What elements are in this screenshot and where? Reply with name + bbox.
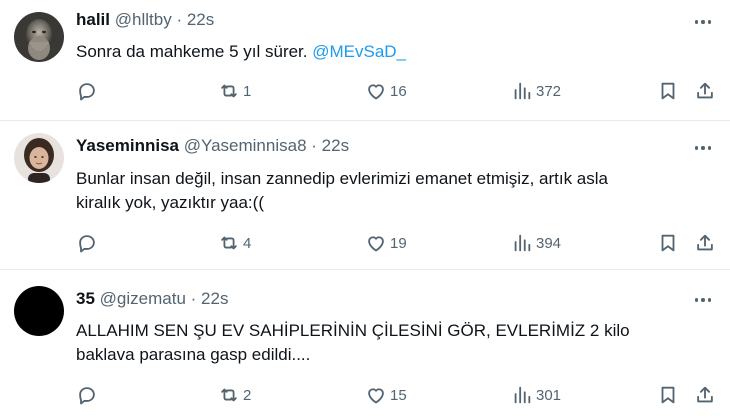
tweet[interactable]: halil @hlltby · 22s Sonra da mahkeme 5 y… [0, 0, 730, 120]
views-count: 301 [536, 386, 562, 404]
username-handle[interactable]: @gizematu [100, 289, 186, 308]
like-button[interactable]: 15 [365, 383, 407, 407]
like-icon [368, 388, 384, 404]
action-bar: 1 16 372 [76, 79, 716, 103]
tweet[interactable]: 35 @gizematu · 22s ALLAHIM SEN ŞU EV SAH… [0, 270, 730, 420]
display-name[interactable]: Yaseminnisa [76, 136, 179, 155]
retweet-count: 2 [243, 386, 252, 404]
more-icon[interactable] [692, 138, 714, 158]
more-icon[interactable] [692, 12, 714, 32]
avatar-image [14, 133, 64, 183]
tweet-text: Sonra da mahkeme 5 yıl sürer. @MEvSaD_ [76, 40, 712, 64]
reply-icon [79, 387, 95, 405]
retweet-icon [221, 236, 237, 250]
like-icon [368, 236, 384, 252]
timestamp[interactable]: 22s [187, 10, 214, 29]
separator-dot: · [176, 10, 183, 29]
timestamp[interactable]: 22s [322, 136, 349, 155]
reply-icon [79, 235, 95, 253]
views-button[interactable]: 372 [511, 79, 561, 103]
retweet-button[interactable]: 2 [218, 383, 251, 407]
share-button[interactable] [694, 231, 716, 255]
more-icon[interactable] [692, 290, 714, 310]
avatar-image [14, 12, 64, 62]
separator-dot: · [311, 136, 317, 155]
tweet-header: 35 @gizematu · 22s [76, 289, 228, 309]
tweet-text-line: baklava parasına gasp edildi.... [76, 345, 311, 364]
like-button[interactable]: 16 [365, 79, 407, 103]
retweet-count: 1 [243, 82, 252, 100]
views-count: 372 [536, 82, 562, 100]
action-bar: 4 19 394 [76, 231, 716, 255]
reply-button[interactable] [76, 383, 101, 407]
tweet-header: halil @hlltby · 22s [76, 10, 214, 30]
tweet-header: Yaseminnisa @Yaseminnisa8 · 22s [76, 136, 349, 156]
display-name[interactable]: halil [76, 10, 110, 29]
bookmark-button[interactable] [657, 79, 679, 103]
retweet-count: 4 [243, 234, 252, 252]
views-icon [514, 234, 531, 252]
bookmark-icon [661, 82, 675, 100]
tweet[interactable]: Yaseminnisa @Yaseminnisa8 · 22s Bunlar i… [0, 121, 730, 269]
views-count: 394 [536, 234, 562, 252]
like-button[interactable]: 19 [365, 231, 407, 255]
tweet-text-line: Bunlar insan değil, insan zannedip evler… [76, 169, 608, 188]
retweet-button[interactable]: 4 [218, 231, 251, 255]
share-button[interactable] [694, 79, 716, 103]
username-handle[interactable]: @hlltby [115, 10, 172, 29]
like-count: 15 [390, 386, 407, 404]
share-button[interactable] [694, 383, 716, 407]
avatar[interactable] [14, 133, 64, 183]
avatar[interactable] [14, 12, 64, 62]
bookmark-button[interactable] [657, 383, 679, 407]
timestamp[interactable]: 22s [201, 289, 228, 308]
retweet-icon [221, 84, 237, 98]
bookmark-button[interactable] [657, 231, 679, 255]
tweet-feed: halil @hlltby · 22s Sonra da mahkeme 5 y… [0, 0, 730, 420]
mention-link[interactable]: @MEvSaD_ [312, 42, 406, 61]
share-icon [697, 82, 713, 99]
tweet-text-line: kiralık yok, yazıktır yaa:(( [76, 193, 264, 212]
retweet-button[interactable]: 1 [218, 79, 251, 103]
views-icon [514, 386, 531, 404]
display-name[interactable]: 35 [76, 289, 95, 308]
share-icon [697, 386, 713, 403]
reply-button[interactable] [76, 231, 101, 255]
like-count: 19 [390, 234, 407, 252]
avatar[interactable] [14, 286, 64, 336]
tweet-text-plain: Sonra da mahkeme 5 yıl sürer. [76, 42, 313, 61]
bookmark-icon [661, 386, 675, 404]
reply-button[interactable] [76, 79, 101, 103]
share-icon [697, 234, 713, 251]
tweet-text: ALLAHIM SEN ŞU EV SAHİPLERİNİN ÇİLESİNİ … [76, 319, 712, 367]
views-button[interactable]: 394 [511, 231, 561, 255]
retweet-icon [221, 388, 237, 402]
like-count: 16 [390, 82, 407, 100]
tweet-text: Bunlar insan değil, insan zannedip evler… [76, 167, 712, 215]
bookmark-icon [661, 234, 675, 252]
views-icon [514, 82, 531, 100]
separator-dot: · [190, 289, 197, 308]
like-icon [368, 84, 384, 100]
action-bar: 2 15 301 [76, 383, 716, 407]
username-handle[interactable]: @Yaseminnisa8 [184, 136, 307, 155]
tweet-text-line: ALLAHIM SEN ŞU EV SAHİPLERİNİN ÇİLESİNİ … [76, 321, 630, 340]
views-button[interactable]: 301 [511, 383, 561, 407]
reply-icon [79, 83, 95, 101]
